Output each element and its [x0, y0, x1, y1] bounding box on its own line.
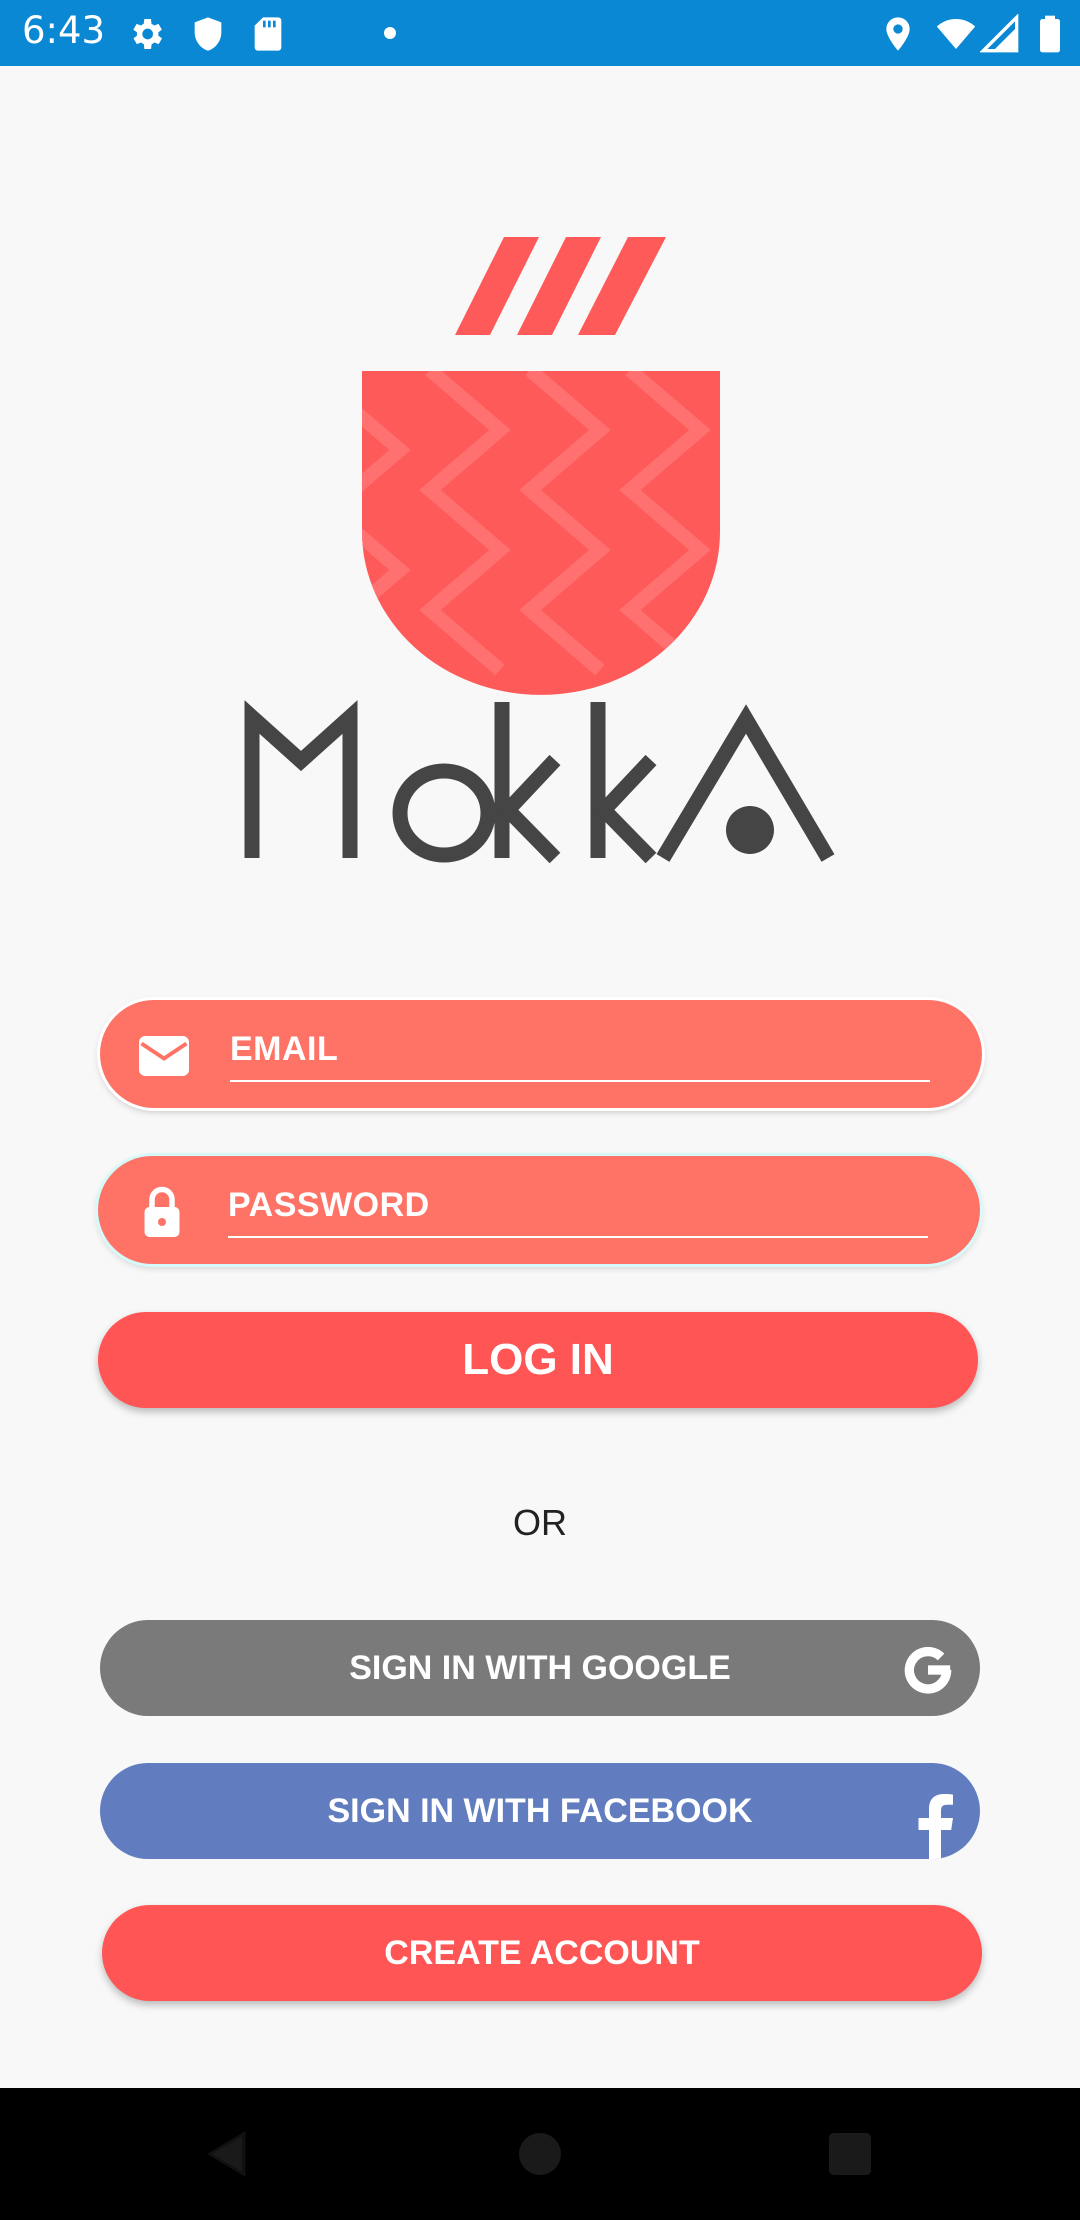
back-icon[interactable]	[200, 2126, 256, 2182]
navigation-bar	[0, 2088, 1080, 2220]
cup-icon	[362, 371, 720, 695]
facebook-signin-button[interactable]: SIGN IN WITH FACEBOOK	[100, 1763, 980, 1859]
notification-dot	[384, 27, 396, 39]
home-icon[interactable]	[512, 2126, 568, 2182]
wifi-icon	[936, 19, 976, 49]
password-field[interactable]: PASSWORD	[98, 1156, 980, 1264]
login-button[interactable]: LOG IN	[98, 1312, 978, 1408]
password-underline	[228, 1236, 928, 1238]
email-placeholder: EMAIL	[230, 1030, 339, 1068]
recents-icon[interactable]	[822, 2126, 878, 2182]
mail-icon	[139, 1036, 189, 1076]
email-field[interactable]: EMAIL	[100, 1000, 982, 1108]
facebook-icon	[918, 1794, 953, 1859]
google-signin-button[interactable]: SIGN IN WITH GOOGLE	[100, 1620, 980, 1716]
email-underline	[230, 1080, 930, 1082]
signal-icon	[980, 14, 1019, 53]
facebook-signin-label: SIGN IN WITH FACEBOOK	[327, 1792, 753, 1830]
lock-icon	[144, 1186, 180, 1237]
status-time: 6:43	[22, 9, 106, 52]
google-signin-label: SIGN IN WITH GOOGLE	[349, 1649, 731, 1687]
battery-icon	[1040, 15, 1060, 53]
sd-card-icon	[254, 17, 282, 51]
mokka-logo	[244, 237, 835, 864]
create-account-label: CREATE ACCOUNT	[384, 1934, 700, 1972]
gear-icon	[133, 19, 162, 49]
password-placeholder: PASSWORD	[228, 1186, 430, 1224]
create-account-button[interactable]: CREATE ACCOUNT	[102, 1905, 982, 2001]
location-icon	[886, 17, 910, 51]
or-divider: OR	[513, 1502, 567, 1543]
shield-icon	[194, 17, 222, 51]
google-icon	[904, 1646, 952, 1694]
steam-icon	[455, 237, 666, 335]
status-bar: 6:43	[0, 0, 1080, 66]
login-label: LOG IN	[462, 1335, 614, 1384]
